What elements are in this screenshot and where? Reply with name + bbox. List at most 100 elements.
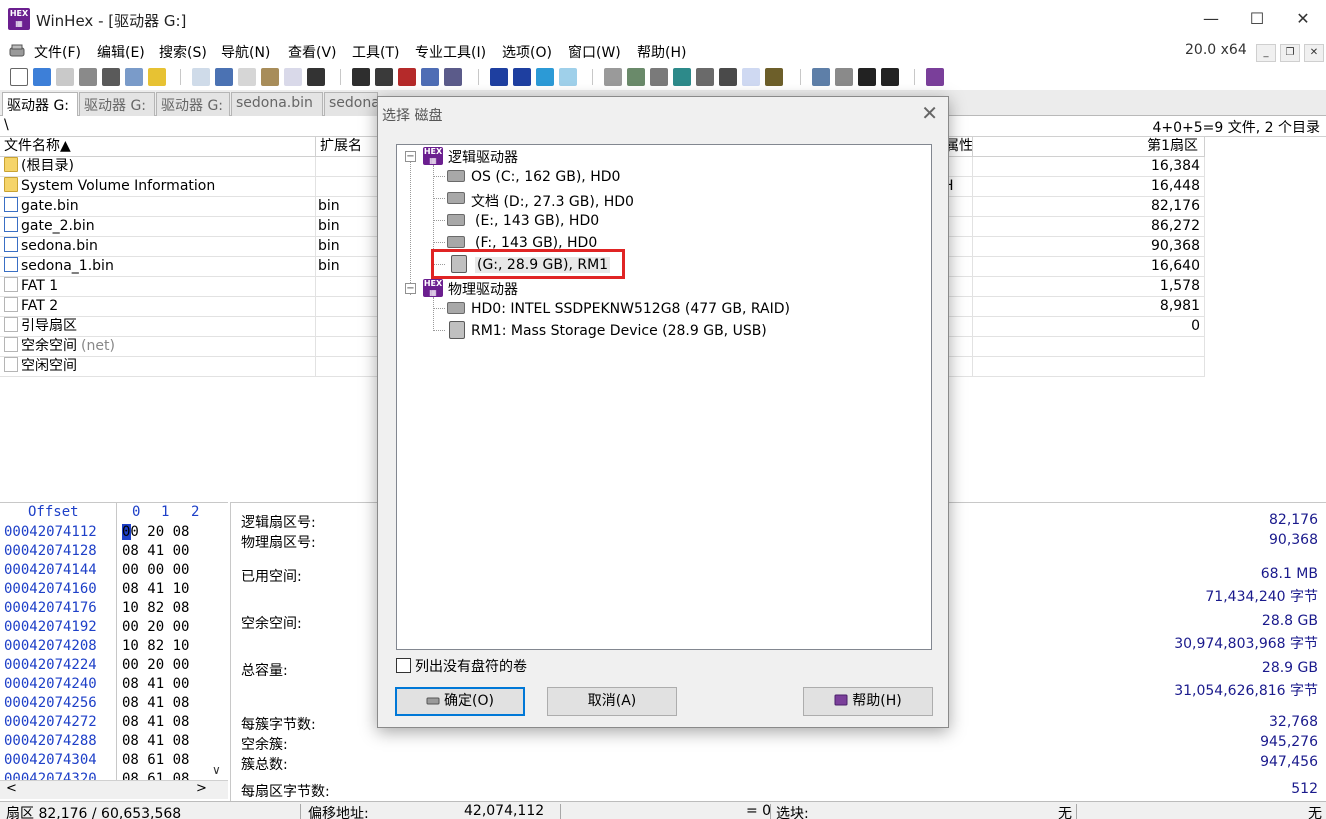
tab-drive-g-3[interactable]: 驱动器 G: [156,92,230,116]
ok-button[interactable]: 确定(O) [395,687,525,716]
drive-c[interactable]: OS (C:, 162 GB), HD0 [471,169,620,185]
cut-icon[interactable] [215,68,233,86]
tab-drive-g-1[interactable]: 驱动器 G: [2,92,78,116]
status-offset-label: 偏移地址: [308,806,369,819]
column-header-name[interactable]: 文件名称▲ [0,137,316,157]
find-next-icon[interactable] [444,68,462,86]
hex-bytes[interactable]: 08 41 08 [122,733,189,749]
next-icon[interactable] [881,68,899,86]
hex-bytes[interactable]: 00 20 08 [122,524,190,540]
upload-icon[interactable] [148,68,166,86]
logical-drives-group[interactable]: 逻辑驱动器 [448,147,518,167]
menu-tools[interactable]: 工具(T) [352,42,399,62]
scroll-right-arrow[interactable]: > [196,781,207,796]
mdi-restore-button[interactable]: ❐ [1280,44,1300,62]
forward-arrow-icon[interactable] [559,68,577,86]
tree-line [410,161,411,295]
paste-special-icon[interactable] [284,68,302,86]
help-book-icon[interactable] [926,68,944,86]
open-folder-icon[interactable] [125,68,143,86]
copy-icon[interactable] [238,68,256,86]
dialog-close-button[interactable]: ✕ [921,101,938,125]
print-icon[interactable] [79,68,97,86]
goto-sector-icon[interactable] [513,68,531,86]
toolbar-separator [340,69,341,85]
mdi-close-button[interactable]: ✕ [1304,44,1324,62]
calculator-icon[interactable] [673,68,691,86]
hex-bytes[interactable]: 08 61 08 [122,752,189,768]
hex-bytes[interactable]: 10 82 10 [122,638,189,654]
title-bar: HEX ▦ WinHex - [驱动器 G:] — ☐ ✕ [0,0,1326,38]
hex-bytes[interactable]: 00 20 00 [122,619,189,635]
scroll-down-arrow[interactable]: ∨ [212,763,221,777]
open-disk-icon[interactable] [604,68,622,86]
physical-hd0[interactable]: HD0: INTEL SSDPEKNW512G8 (477 GB, RAID) [471,301,790,317]
file-extension-cell: bin [316,197,378,217]
menu-window[interactable]: 窗口(W) [568,42,621,62]
column-header-extension[interactable]: 扩展名 [316,137,378,157]
mdi-minimize-button[interactable]: _ [1256,44,1276,62]
hex-bytes[interactable]: 08 41 08 [122,714,189,730]
help-button[interactable]: 帮助(H) [803,687,933,716]
hex-bytes[interactable]: 08 41 08 [122,695,189,711]
binary-icon[interactable] [307,68,325,86]
back-arrow-icon[interactable] [536,68,554,86]
minimize-button[interactable]: — [1188,0,1234,38]
hash-icon[interactable] [719,68,737,86]
clone-disk-icon[interactable] [627,68,645,86]
hex-editor-pane[interactable]: Offset 0 1 2 00042074112 00 20 08 00042074… [0,502,228,802]
replace-text-icon[interactable] [398,68,416,86]
paste-icon[interactable] [261,68,279,86]
ram-icon[interactable] [650,68,668,86]
directory-browser-icon[interactable] [812,68,830,86]
file-first-sector-cell: 82,176 [973,197,1205,217]
new-file-icon[interactable] [10,68,28,86]
replace-hex-icon[interactable] [421,68,439,86]
menu-file[interactable]: 文件(F) [34,42,81,62]
menu-help[interactable]: 帮助(H) [637,42,686,62]
open-icon[interactable] [33,68,51,86]
file-extension-cell [316,357,378,377]
find-text-icon[interactable] [352,68,370,86]
menu-view[interactable]: 查看(V) [288,42,337,62]
cancel-button[interactable]: 取消(A) [547,687,677,716]
hex-bytes[interactable]: 10 82 08 [122,600,189,616]
hex-bytes[interactable]: 00 00 00 [122,562,189,578]
maximize-button[interactable]: ☐ [1234,0,1280,38]
tree-line [433,220,445,221]
menu-navigation[interactable]: 导航(N) [221,42,270,62]
prev-icon[interactable] [858,68,876,86]
collapse-physical-button[interactable]: − [405,283,416,294]
collapse-logical-button[interactable]: − [405,151,416,162]
tab-sedona-bin[interactable]: sedona.bin [231,92,323,116]
table-view-icon[interactable] [835,68,853,86]
find-hex-icon[interactable] [375,68,393,86]
undo-icon[interactable] [192,68,210,86]
scroll-left-arrow[interactable]: < [6,781,17,796]
menu-search[interactable]: 搜索(S) [159,42,207,62]
close-button[interactable]: ✕ [1280,0,1326,38]
drive-e[interactable]: (E:, 143 GB), HD0 [475,213,599,229]
menu-options[interactable]: 选项(O) [502,42,552,62]
physical-drives-group[interactable]: 物理驱动器 [448,279,518,299]
column-header-first-sector[interactable]: 第1扇区 [973,137,1205,157]
tab-sedona[interactable]: sedona [324,92,378,116]
template-icon[interactable] [742,68,760,86]
list-volumes-checkbox[interactable] [396,658,411,673]
case-icon[interactable] [765,68,783,86]
hex-bytes[interactable]: 08 41 10 [122,581,189,597]
menu-specialist-tools[interactable]: 专业工具(I) [415,42,486,62]
horizontal-scrollbar[interactable]: < > [0,780,228,799]
properties-icon[interactable] [102,68,120,86]
menu-edit[interactable]: 编辑(E) [97,42,145,62]
physical-rm1[interactable]: RM1: Mass Storage Device (28.9 GB, USB) [471,323,767,339]
hex-bytes[interactable]: 08 41 00 [122,676,189,692]
hex-bytes[interactable]: 08 41 00 [122,543,189,559]
analyze-icon[interactable] [696,68,714,86]
tab-drive-g-2[interactable]: 驱动器 G: [79,92,155,116]
status-selection-label: 选块: [776,806,809,819]
save-icon[interactable] [56,68,74,86]
hex-bytes[interactable]: 00 20 00 [122,657,189,673]
drive-d[interactable]: 文档 (D:, 27.3 GB), HD0 [471,191,634,211]
goto-offset-icon[interactable] [490,68,508,86]
